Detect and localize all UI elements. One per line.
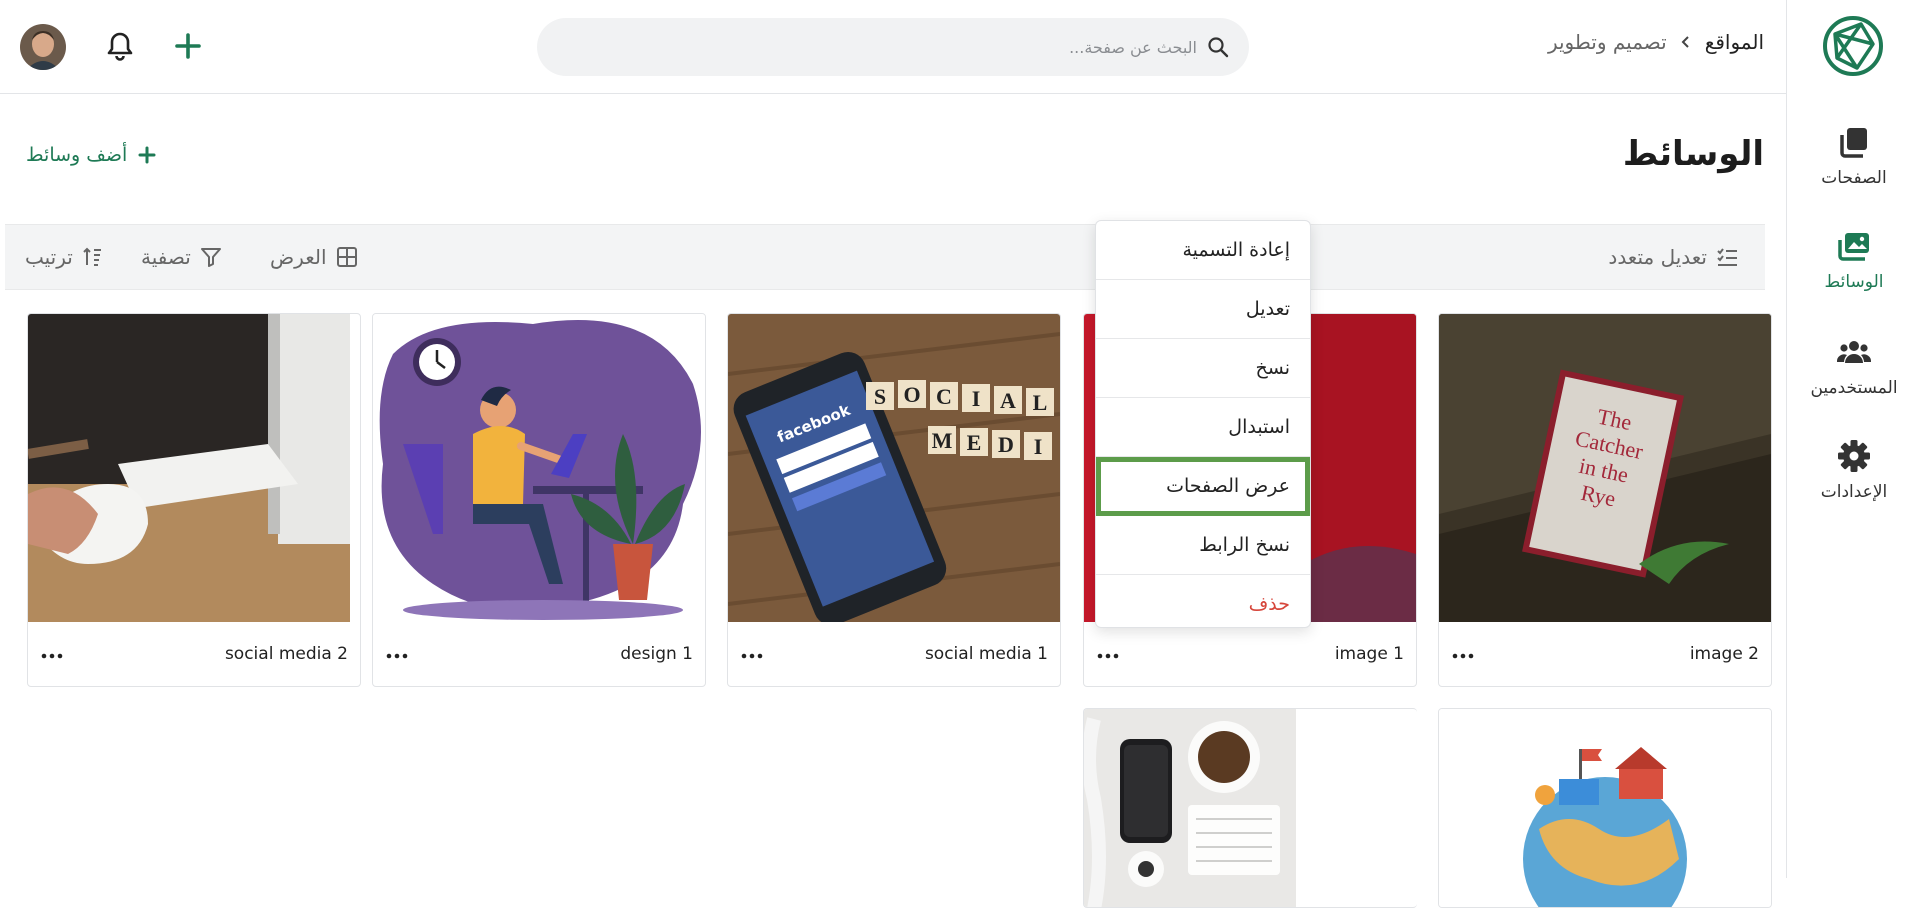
add-media-label: أضف وسائط: [26, 144, 128, 166]
more-options-icon[interactable]: [385, 646, 409, 666]
breadcrumb: المواقع تصميم وتطوير: [1548, 30, 1764, 54]
more-options-icon[interactable]: [40, 646, 64, 666]
media-card[interactable]: [1438, 708, 1772, 908]
media-thumbnail[interactable]: [1439, 709, 1771, 907]
sort-icon: [83, 247, 101, 266]
breadcrumb-root[interactable]: المواقع: [1705, 30, 1764, 54]
search-bar: [537, 18, 1249, 76]
menu-item-view-pages[interactable]: عرض الصفحات: [1096, 457, 1310, 516]
sidebar-item-users[interactable]: المستخدمين: [1787, 334, 1920, 424]
sidebar: الصفحات الوسائط المستخدمين الإعدادات: [1786, 0, 1920, 878]
checklist-icon: [1717, 248, 1737, 266]
users-icon: [1836, 341, 1872, 363]
media-card[interactable]: facebook S O C I A L M E D I social medi…: [727, 313, 1061, 687]
gear-icon: [1838, 440, 1870, 472]
more-options-icon[interactable]: [740, 646, 764, 666]
sidebar-item-label: الصفحات: [1821, 168, 1887, 188]
chevron-left-icon: [1681, 36, 1689, 48]
media-card[interactable]: The Catcher in the Rye image 2: [1438, 313, 1772, 687]
svg-text:I: I: [972, 386, 981, 411]
sort-button[interactable]: ترتيب: [25, 245, 105, 269]
media-name: design 1: [620, 644, 693, 664]
svg-text:C: C: [936, 384, 952, 409]
sidebar-item-media[interactable]: الوسائط: [1787, 228, 1920, 318]
menu-item-rename[interactable]: إعادة التسمية: [1096, 221, 1310, 280]
grid-icon: [336, 247, 357, 267]
media-card[interactable]: [1083, 708, 1417, 908]
media-thumbnail[interactable]: [373, 314, 705, 622]
bulk-edit-button[interactable]: تعديل متعدد: [1608, 245, 1739, 269]
view-button[interactable]: العرض: [270, 245, 359, 269]
svg-text:I: I: [1034, 434, 1043, 459]
media-name: social media 1: [924, 644, 1048, 664]
menu-item-copy[interactable]: نسخ: [1096, 339, 1310, 398]
sidebar-item-pages[interactable]: الصفحات: [1787, 124, 1920, 214]
search-input[interactable]: [597, 18, 1197, 76]
sidebar-item-label: الإعدادات: [1820, 482, 1888, 502]
avatar[interactable]: [20, 24, 66, 70]
menu-item-edit[interactable]: تعديل: [1096, 280, 1310, 339]
media-thumbnail[interactable]: [1084, 709, 1296, 907]
app-logo-icon[interactable]: [1821, 14, 1885, 78]
search-icon: [1208, 37, 1229, 58]
filter-icon: [200, 248, 221, 267]
media-card[interactable]: social media 2: [27, 313, 361, 687]
svg-text:E: E: [967, 430, 982, 455]
media-thumbnail[interactable]: facebook S O C I A L M E D I: [728, 314, 1060, 622]
sidebar-item-label: المستخدمين: [1810, 378, 1898, 398]
menu-item-replace[interactable]: استبدال: [1096, 398, 1310, 457]
svg-text:D: D: [998, 432, 1014, 457]
menu-item-delete[interactable]: حذف: [1096, 575, 1310, 627]
svg-text:A: A: [1000, 388, 1016, 413]
svg-text:S: S: [874, 384, 886, 409]
media-thumbnail[interactable]: The Catcher in the Rye: [1439, 314, 1771, 622]
more-options-icon[interactable]: [1451, 646, 1475, 666]
context-menu: إعادة التسمية تعديل نسخ استبدال عرض الصف…: [1095, 220, 1311, 628]
sidebar-item-settings[interactable]: الإعدادات: [1787, 438, 1920, 528]
bulk-edit-label: تعديل متعدد: [1608, 245, 1707, 269]
bell-icon[interactable]: [104, 30, 136, 62]
media-name: image 1: [1334, 644, 1404, 664]
more-options-icon[interactable]: [1096, 646, 1120, 666]
sidebar-item-label: الوسائط: [1824, 272, 1884, 292]
svg-text:O: O: [903, 382, 920, 407]
media-name: social media 2: [224, 644, 348, 664]
top-bar: المواقع تصميم وتطوير: [0, 0, 1786, 94]
filter-button[interactable]: تصفية: [141, 245, 223, 269]
svg-text:M: M: [932, 428, 953, 453]
avatar-image: [20, 24, 66, 70]
svg-text:L: L: [1033, 390, 1048, 415]
filter-label: تصفية: [141, 245, 191, 269]
media-card[interactable]: design 1: [372, 313, 706, 687]
media-thumbnail[interactable]: [28, 314, 360, 622]
plus-icon[interactable]: [172, 30, 204, 62]
breadcrumb-current: تصميم وتطوير: [1547, 30, 1667, 54]
menu-item-copy-link[interactable]: نسخ الرابط: [1096, 516, 1310, 575]
media-name: image 2: [1689, 644, 1759, 664]
media-icon: [1838, 233, 1869, 261]
pages-icon: [1840, 128, 1867, 158]
page-title: الوسائط: [1622, 134, 1764, 174]
plus-icon: [138, 146, 156, 164]
view-label: العرض: [270, 245, 327, 269]
toolbar: تعديل متعدد العرض تصفية ترتيب: [5, 224, 1765, 290]
add-media-button[interactable]: أضف وسائط: [26, 144, 157, 166]
sort-label: ترتيب: [25, 245, 73, 269]
